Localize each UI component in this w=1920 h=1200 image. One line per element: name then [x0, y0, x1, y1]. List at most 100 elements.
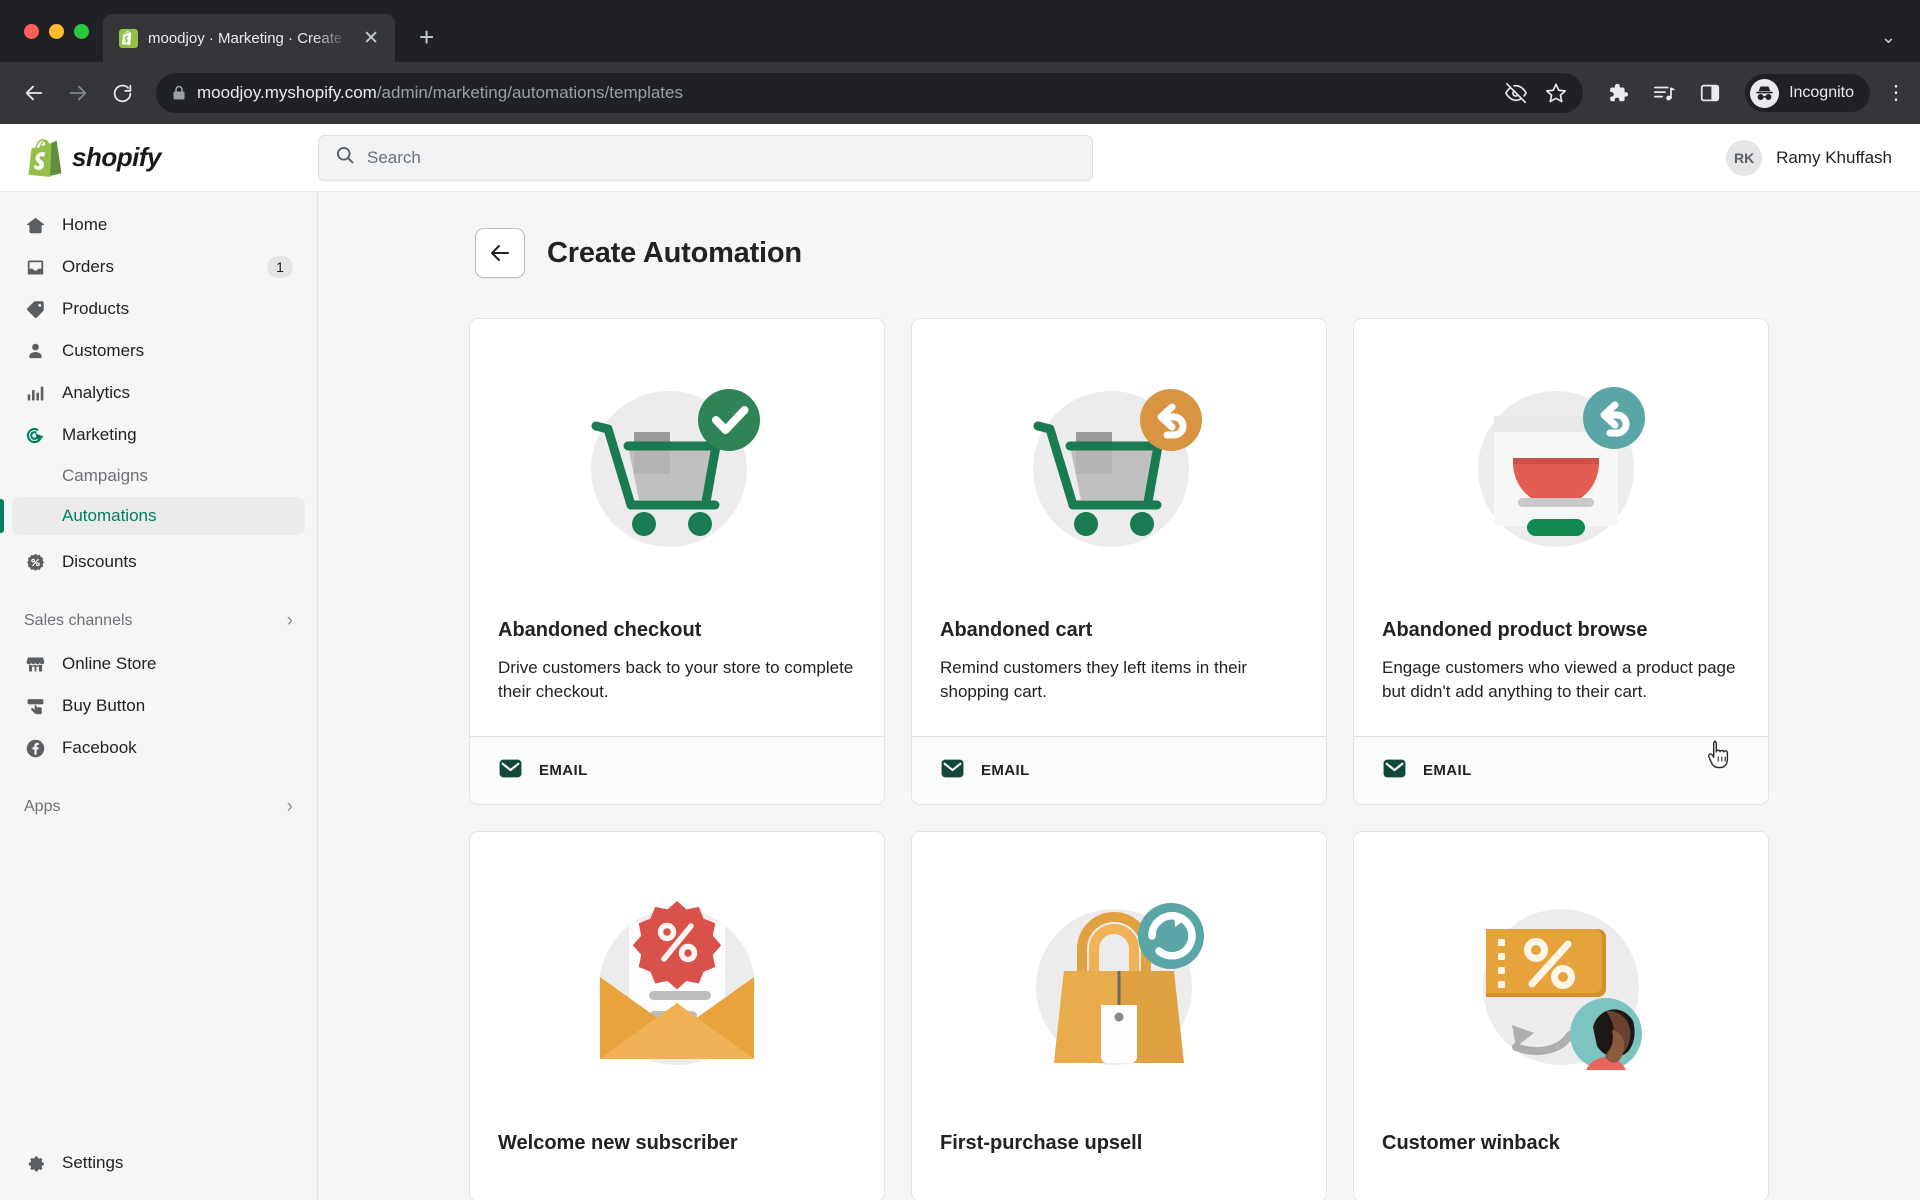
browser-tabstrip: moodjoy · Marketing · Create A ✕ + ⌄: [0, 0, 1920, 62]
template-description: Remind customers they left items in thei…: [940, 658, 1248, 702]
sidebar-item-facebook[interactable]: Facebook: [12, 728, 305, 768]
sidebar-item-products[interactable]: Products: [12, 289, 305, 329]
sidebar-item-automations[interactable]: Automations: [0, 497, 305, 535]
orders-badge: 1: [267, 256, 293, 278]
window-traffic-lights: [14, 0, 103, 62]
sidebar-item-label: Analytics: [62, 383, 131, 402]
template-card-abandoned-cart[interactable]: Abandoned cart Remind customers they lef…: [911, 318, 1327, 806]
template-illustration-coupon-person: [1354, 832, 1768, 1132]
sidebar-item-marketing[interactable]: Marketing: [12, 415, 305, 455]
new-tab-button[interactable]: +: [419, 24, 434, 50]
template-illustration-cart-undo: [912, 319, 1326, 619]
main-content: Create Automation Abandoned checkout Dri…: [318, 192, 1920, 1200]
browser-menu-button[interactable]: ⋮: [1886, 83, 1906, 103]
template-illustration-product-page-undo: [1354, 319, 1768, 619]
eye-off-icon[interactable]: [1505, 82, 1528, 104]
shopify-logo[interactable]: shopify: [28, 138, 318, 177]
bookmark-star-icon[interactable]: [1545, 82, 1567, 104]
app-topbar: shopify Search RK Ramy Khuffash: [0, 124, 1920, 192]
sidebar-item-label: Facebook: [62, 738, 137, 757]
page-header: Create Automation: [469, 228, 1769, 278]
facebook-icon: [24, 737, 46, 759]
forward-button[interactable]: [58, 73, 98, 113]
browser-tab[interactable]: moodjoy · Marketing · Create A ✕: [103, 14, 395, 62]
browser-tab-title: moodjoy · Marketing · Create A: [148, 29, 350, 47]
sidebar-item-label: Home: [62, 215, 108, 234]
sidebar-item-campaigns[interactable]: Campaigns: [12, 457, 305, 495]
template-card-customer-winback[interactable]: Customer winback: [1353, 831, 1769, 1200]
template-channel-label: EMAIL: [539, 762, 588, 780]
sidebar-item-orders[interactable]: Orders 1: [12, 247, 305, 287]
back-to-automations-button[interactable]: [475, 228, 525, 278]
user-menu[interactable]: RK Ramy Khuffash: [1726, 139, 1892, 176]
address-bar[interactable]: moodjoy.myshopify.com/admin/marketing/au…: [156, 73, 1584, 113]
avatar: RK: [1726, 139, 1763, 176]
page-title: Create Automation: [547, 236, 802, 269]
sidebar-item-discounts[interactable]: Discounts: [12, 542, 305, 582]
reading-list-icon[interactable]: [1653, 82, 1675, 104]
template-card-welcome-new-subscriber[interactable]: Welcome new subscriber: [469, 831, 885, 1200]
sidebar-section-sales-channels[interactable]: Sales channels ›: [12, 601, 305, 641]
sidebar-item-settings[interactable]: Settings: [12, 1143, 305, 1183]
browser-window: moodjoy · Marketing · Create A ✕ + ⌄ moo…: [0, 0, 1920, 1200]
sidebar-item-label: Settings: [62, 1153, 124, 1172]
sidebar-sub-label: Campaigns: [62, 466, 148, 485]
template-illustration-envelope-discount: [470, 832, 884, 1132]
template-illustration-cart-check: [470, 319, 884, 619]
close-tab-icon[interactable]: ✕: [359, 27, 383, 50]
search-placeholder: Search: [367, 147, 421, 167]
user-name: Ramy Khuffash: [1776, 147, 1892, 167]
sidebar-item-label: Discounts: [62, 552, 137, 571]
search-input[interactable]: Search: [318, 134, 1093, 181]
template-card-abandoned-product-browse[interactable]: Abandoned product browse Engage customer…: [1353, 318, 1769, 806]
template-card-body: Abandoned checkout Drive customers back …: [470, 619, 884, 736]
sidebar-item-label: Orders: [62, 257, 114, 276]
template-channel-footer: EMAIL: [1354, 736, 1768, 805]
extensions-puzzle-icon[interactable]: [1607, 82, 1629, 104]
gear-icon: [24, 1152, 46, 1174]
template-card-abandoned-checkout[interactable]: Abandoned checkout Drive customers back …: [469, 318, 885, 806]
email-envelope-icon: [1382, 756, 1407, 786]
search-icon: [335, 145, 355, 170]
close-window-button[interactable]: [24, 23, 39, 39]
reload-button[interactable]: [102, 73, 142, 113]
template-channel-label: EMAIL: [1423, 762, 1472, 780]
template-illustration-bag-repeat: [912, 832, 1326, 1132]
template-card-body: First-purchase upsell: [912, 1132, 1326, 1200]
incognito-label: Incognito: [1789, 84, 1854, 101]
shopify-favicon-icon: [119, 28, 138, 48]
template-description: Engage customers who viewed a product pa…: [1382, 658, 1736, 702]
sidebar: Home Orders 1 Products Customers Analyti…: [0, 192, 318, 1200]
sidebar-section-label: Apps: [24, 798, 61, 815]
profile-incognito-button[interactable]: Incognito: [1745, 74, 1870, 112]
lock-icon: [172, 85, 186, 101]
template-title: Abandoned checkout: [498, 619, 702, 641]
template-channel-label: EMAIL: [981, 762, 1030, 780]
template-card-body: Abandoned product browse Engage customer…: [1354, 619, 1768, 736]
template-title: Abandoned cart: [940, 619, 1093, 641]
sidebar-item-home[interactable]: Home: [12, 205, 305, 245]
maximize-window-button[interactable]: [74, 23, 89, 39]
automation-template-grid: Abandoned checkout Drive customers back …: [469, 318, 1769, 1200]
sidebar-section-apps[interactable]: Apps ›: [12, 787, 305, 827]
side-panel-icon[interactable]: [1699, 82, 1721, 104]
sidebar-section-label: Sales channels: [24, 612, 133, 629]
sidebar-item-label: Marketing: [62, 425, 137, 444]
template-card-first-purchase-upsell[interactable]: First-purchase upsell: [911, 831, 1327, 1200]
sidebar-item-label: Online Store: [62, 654, 157, 673]
product-tag-icon: [24, 298, 46, 320]
sidebar-item-buy-button[interactable]: Buy Button: [12, 686, 305, 726]
shopify-admin: shopify Search RK Ramy Khuffash Home Ord…: [0, 124, 1920, 1200]
sidebar-item-online-store[interactable]: Online Store: [12, 644, 305, 684]
template-title: Welcome new subscriber: [498, 1132, 738, 1155]
arrow-left-icon: [491, 245, 509, 261]
sidebar-item-customers[interactable]: Customers: [12, 331, 305, 371]
sidebar-item-label: Buy Button: [62, 696, 146, 715]
back-button[interactable]: [14, 73, 54, 113]
chevron-down-icon[interactable]: ⌄: [1881, 27, 1896, 48]
sidebar-item-analytics[interactable]: Analytics: [12, 373, 305, 413]
template-channel-footer: EMAIL: [912, 736, 1326, 805]
minimize-window-button[interactable]: [49, 23, 64, 39]
analytics-bars-icon: [24, 382, 46, 404]
email-envelope-icon: [498, 756, 523, 786]
